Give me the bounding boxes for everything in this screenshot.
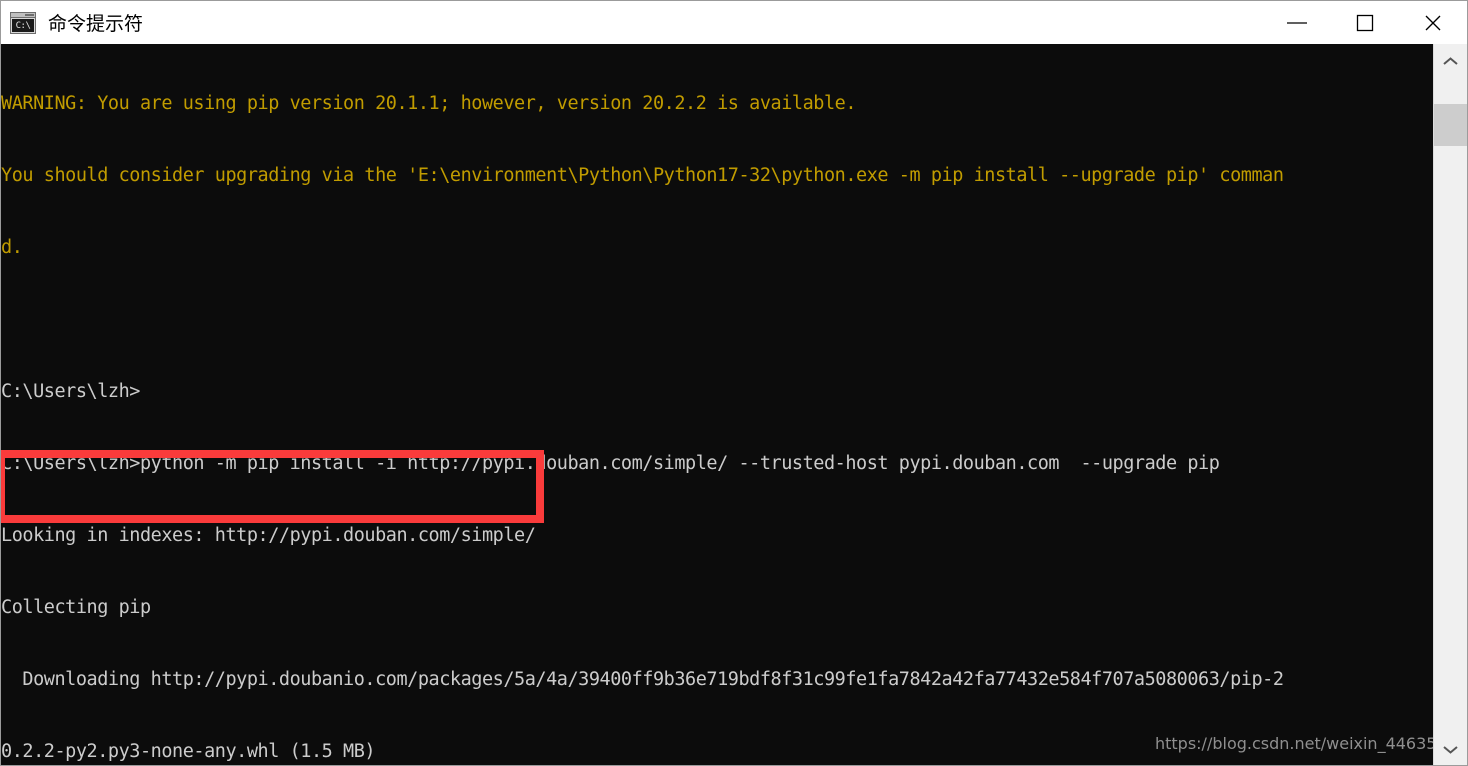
minimize-icon: [1287, 21, 1307, 24]
watermark-text: https://blog.csdn.net/weixin_44635198: [1154, 734, 1467, 753]
console-line: C:\Users\lzh>: [1, 381, 140, 402]
close-icon: [1425, 15, 1441, 30]
command-prompt-window: C:\ 命令提示符 WARNING: You are using pip ver…: [0, 0, 1468, 766]
window-title: 命令提示符: [48, 13, 144, 35]
close-button[interactable]: [1399, 1, 1467, 44]
maximize-icon: [1356, 14, 1374, 31]
cmd-icon-screen-text: C:\: [12, 18, 34, 32]
title-bar[interactable]: C:\ 命令提示符: [1, 1, 1467, 44]
minimize-button[interactable]: [1263, 1, 1331, 44]
scroll-up-button[interactable]: [1434, 44, 1467, 78]
title-bar-left: C:\ 命令提示符: [1, 1, 1263, 44]
console-output[interactable]: WARNING: You are using pip version 20.1.…: [1, 44, 1433, 765]
cmd-console-icon: C:\: [10, 11, 36, 34]
console-line: C:\Users\lzh>python -m pip install -i ht…: [1, 453, 1220, 474]
console-line: You should consider upgrading via the 'E…: [1, 165, 1284, 186]
console-line: Downloading http://pypi.doubanio.com/pac…: [1, 669, 1284, 690]
cmd-icon-titlebar: [11, 12, 35, 18]
console-line: WARNING: You are using pip version 20.1.…: [1, 93, 857, 114]
chevron-down-icon: [1443, 745, 1458, 754]
scrollbar-thumb[interactable]: [1434, 104, 1467, 146]
scroll-down-button[interactable]: [1434, 732, 1467, 765]
window-controls: [1263, 1, 1467, 44]
console-line: Looking in indexes: http://pypi.douban.c…: [1, 525, 536, 546]
chevron-up-icon: [1443, 56, 1458, 65]
maximize-button[interactable]: [1331, 1, 1399, 44]
vertical-scrollbar[interactable]: [1433, 44, 1467, 765]
console-line: d.: [1, 237, 23, 258]
console-line: Collecting pip: [1, 597, 151, 618]
